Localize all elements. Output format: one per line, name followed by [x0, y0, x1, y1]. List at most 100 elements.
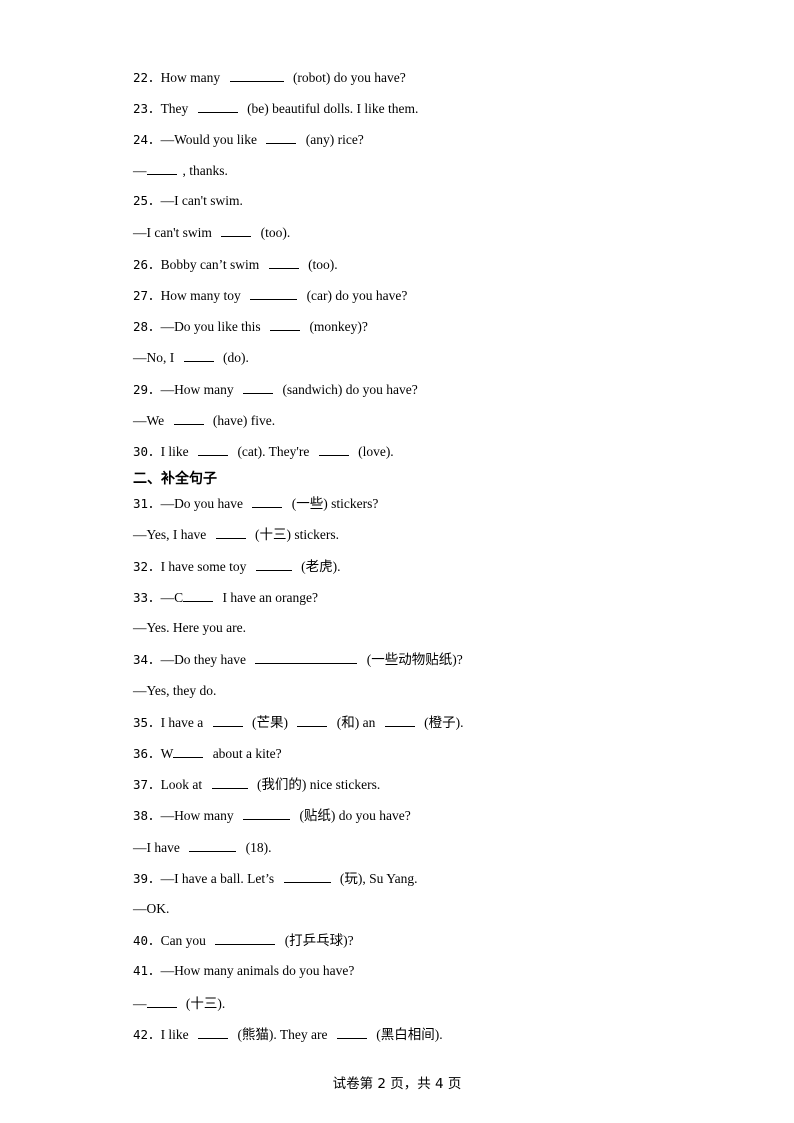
- question-text: (我们的) nice stickers.: [253, 777, 381, 792]
- question-line-q29b: —We (have) five.: [133, 411, 275, 430]
- question-text: I have a: [160, 715, 207, 730]
- answer-blank[interactable]: [212, 713, 243, 727]
- answer-blank[interactable]: [197, 99, 238, 113]
- answer-blank[interactable]: [198, 1025, 229, 1039]
- answer-blank[interactable]: [270, 317, 301, 331]
- answer-blank[interactable]: [252, 494, 283, 508]
- question-line-q33b: —Yes. Here you are.: [133, 619, 246, 637]
- question-text: (robot) do you have?: [289, 70, 406, 85]
- question-line-q42: 42．I like (熊猫). They are (黑白相间).: [133, 1025, 443, 1044]
- question-number: 25．: [133, 193, 161, 208]
- answer-blank[interactable]: [189, 838, 237, 852]
- answer-blank[interactable]: [221, 223, 252, 237]
- answer-blank[interactable]: [215, 931, 276, 945]
- answer-blank[interactable]: [198, 442, 229, 456]
- question-text: (18).: [242, 840, 272, 855]
- page-footer: 试卷第 2 页，共 4 页: [332, 1076, 462, 1092]
- question-text: (cat). They're: [234, 444, 313, 459]
- question-number: 29．: [133, 382, 161, 397]
- question-text: Bobby can’t swim: [160, 257, 263, 272]
- answer-blank[interactable]: [268, 255, 299, 269]
- question-line-q25b: —I can't swim (too).: [133, 223, 290, 242]
- question-text: (十三) stickers.: [251, 527, 339, 542]
- question-line-q33a: 33．—C I have an orange?: [133, 588, 318, 607]
- answer-blank[interactable]: [336, 1025, 367, 1039]
- question-text: —Yes, I have: [133, 527, 210, 542]
- question-text: How many: [160, 70, 224, 85]
- question-text: They: [160, 101, 192, 116]
- answer-blank[interactable]: [215, 525, 246, 539]
- question-line-q30: 30．I like (cat). They're (love).: [133, 442, 394, 461]
- answer-blank[interactable]: [255, 557, 292, 571]
- question-number: 31．: [133, 496, 161, 511]
- question-line-q38b: —I have (18).: [133, 838, 271, 857]
- answer-blank[interactable]: [173, 744, 204, 758]
- question-text: —How many animals do you have?: [160, 963, 355, 978]
- question-text: (car) do you have?: [303, 288, 408, 303]
- question-text: —C: [160, 590, 184, 605]
- question-number: 39．: [133, 871, 161, 886]
- question-number: 35．: [133, 715, 161, 730]
- question-text: —Yes, they do.: [133, 683, 217, 698]
- question-line-q39a: 39．—I have a ball. Let’s (玩), Su Yang.: [133, 869, 418, 888]
- question-text: (十三).: [182, 996, 226, 1011]
- answer-blank[interactable]: [183, 348, 214, 362]
- question-number: 41．: [133, 963, 161, 978]
- question-text: —How many: [160, 382, 238, 397]
- question-text: I have some toy: [160, 559, 250, 574]
- question-line-q28a: 28．—Do you like this (monkey)?: [133, 317, 368, 336]
- exam-page: 22．How many (robot) do you have? 23．They …: [0, 0, 794, 1123]
- question-number: 42．: [133, 1027, 161, 1042]
- question-text: (have) five.: [209, 413, 276, 428]
- question-line-q24a: 24．—Would you like (any) rice?: [133, 130, 364, 149]
- question-number: 34．: [133, 652, 161, 667]
- question-number: 30．: [133, 444, 161, 459]
- question-text: I have an orange?: [219, 590, 319, 605]
- question-text: —I have a ball. Let’s: [160, 871, 278, 886]
- question-text: (be) beautiful dolls. I like them.: [243, 101, 419, 116]
- question-line-q31b: —Yes, I have (十三) stickers.: [133, 525, 339, 544]
- question-text: —Do you like this: [160, 319, 265, 334]
- answer-blank[interactable]: [243, 380, 274, 394]
- answer-blank[interactable]: [146, 994, 177, 1008]
- answer-blank[interactable]: [173, 411, 204, 425]
- answer-blank[interactable]: [283, 869, 331, 883]
- question-line-q28b: —No, I (do).: [133, 348, 249, 367]
- question-text: —I can't swim: [133, 225, 216, 240]
- answer-blank[interactable]: [384, 713, 415, 727]
- answer-blank[interactable]: [183, 588, 214, 602]
- question-line-q29a: 29．—How many (sandwich) do you have?: [133, 380, 418, 399]
- question-line-q27: 27．How many toy (car) do you have?: [133, 286, 407, 305]
- question-text: (贴纸) do you have?: [296, 808, 411, 823]
- question-text: (橙子).: [420, 715, 464, 730]
- question-line-q25a: 25．—I can't swim.: [133, 192, 243, 210]
- answer-blank[interactable]: [297, 713, 328, 727]
- question-text: I like: [160, 1027, 193, 1042]
- question-line-q38a: 38．—How many (贴纸) do you have?: [133, 806, 411, 825]
- question-number: 32．: [133, 559, 161, 574]
- answer-blank[interactable]: [243, 806, 291, 820]
- question-number: 37．: [133, 777, 161, 792]
- question-line-q36: 36．W about a kite?: [133, 744, 282, 763]
- answer-blank[interactable]: [229, 68, 284, 82]
- question-number: 27．: [133, 288, 161, 303]
- answer-blank[interactable]: [266, 130, 297, 144]
- question-line-q26: 26．Bobby can’t swim (too).: [133, 255, 338, 274]
- answer-blank[interactable]: [250, 286, 298, 300]
- answer-blank[interactable]: [146, 161, 177, 175]
- question-text: —I can't swim.: [160, 193, 243, 208]
- question-text: (玩), Su Yang.: [336, 871, 418, 886]
- question-line-q22: 22．How many (robot) do you have?: [133, 68, 406, 87]
- question-text: (too).: [257, 225, 291, 240]
- question-text: —Yes. Here you are.: [133, 620, 246, 635]
- section-heading: 二、补全句子: [133, 471, 217, 487]
- question-text: (一些动物贴纸)?: [363, 652, 463, 667]
- answer-blank[interactable]: [318, 442, 349, 456]
- question-number: 33．: [133, 590, 161, 605]
- answer-blank[interactable]: [255, 650, 358, 664]
- question-number: 36．: [133, 746, 161, 761]
- question-line-q39b: —OK.: [133, 900, 169, 918]
- question-text: —I have: [133, 840, 184, 855]
- question-line-q31a: 31．—Do you have (一些) stickers?: [133, 494, 378, 513]
- answer-blank[interactable]: [211, 775, 248, 789]
